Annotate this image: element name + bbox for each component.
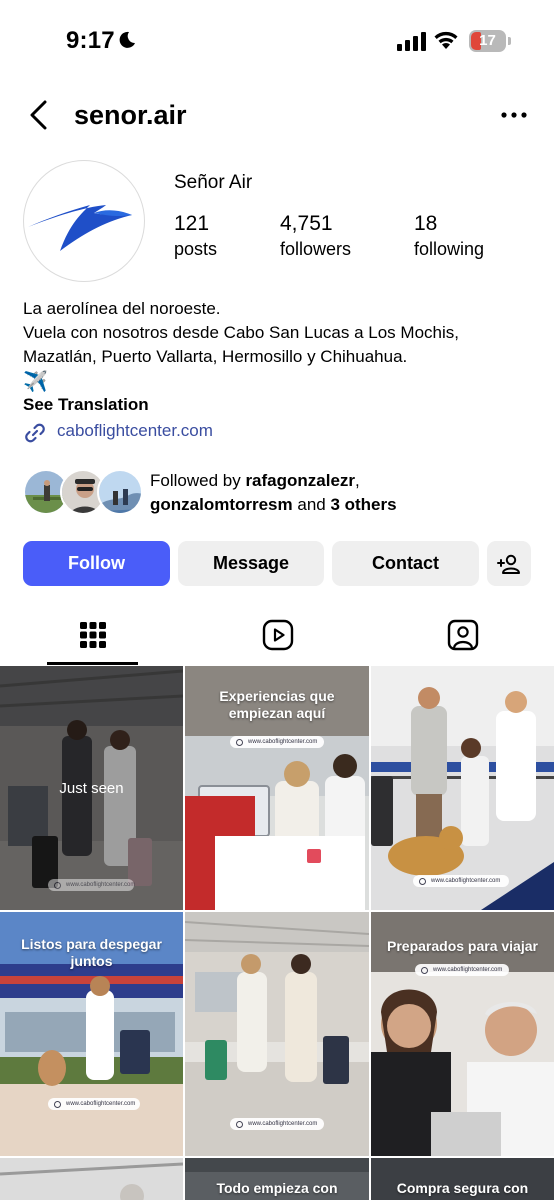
- profile-tabs: [0, 606, 554, 665]
- message-button[interactable]: Message: [178, 541, 324, 586]
- airplane-emoji: ✈️: [23, 371, 48, 393]
- post-thumbnail[interactable]: www.caboflightcenter.com: [371, 666, 554, 910]
- more-options-icon[interactable]: [500, 110, 528, 120]
- post-thumbnail[interactable]: Experiencias que empiezan aquí www.cabof…: [185, 666, 369, 910]
- see-translation-link[interactable]: See Translation: [23, 395, 149, 415]
- post-thumbnail[interactable]: Todo empieza con: [185, 1158, 369, 1200]
- tagged-icon: [447, 619, 478, 651]
- post-url-pill: www.caboflightcenter.com: [48, 879, 135, 891]
- suggested-users-button[interactable]: [487, 541, 531, 586]
- followers-label: followers: [280, 239, 352, 259]
- followers-stat[interactable]: 4,751 followers: [280, 212, 351, 260]
- following-label: following: [414, 239, 485, 259]
- posts-label: posts: [174, 239, 218, 259]
- post-thumbnail[interactable]: www.caboflightcenter.com: [185, 912, 369, 1156]
- followers-count: 4,751: [280, 212, 333, 235]
- profile-avatar[interactable]: [23, 160, 145, 282]
- post-url-pill: www.caboflightcenter.com: [48, 1098, 140, 1110]
- post-title: Preparados para viajar: [387, 938, 538, 954]
- post-title: Compra segura con: [396, 1180, 529, 1196]
- tab-posts-grid[interactable]: [0, 606, 185, 664]
- post-url-pill: www.caboflightcenter.com: [230, 736, 324, 748]
- bird-logo-icon: [28, 205, 132, 251]
- reels-icon: [262, 619, 293, 651]
- signal-icon: [397, 32, 426, 51]
- post-thumbnail[interactable]: Compra segura con: [371, 1158, 554, 1200]
- posts-stat[interactable]: 121 posts: [174, 212, 217, 260]
- followed-by-row[interactable]: Followed by rafagonzalezr, gonzalomtorre…: [23, 467, 543, 519]
- following-stat[interactable]: 18 following: [414, 212, 484, 260]
- post-url-pill: www.caboflightcenter.com: [415, 964, 509, 976]
- display-name: Señor Air: [174, 172, 253, 193]
- following-count: 18: [414, 212, 438, 235]
- follow-button[interactable]: Follow: [23, 541, 170, 586]
- wifi-icon: [434, 31, 458, 49]
- post-url-pill: www.caboflightcenter.com: [413, 875, 509, 887]
- status-time: 9:17: [66, 27, 115, 54]
- post-thumbnail[interactable]: Preparados para viajar www.caboflightcen…: [371, 912, 554, 1156]
- back-arrow-icon[interactable]: [26, 99, 52, 131]
- grid-icon: [79, 622, 106, 648]
- follower-avatar: [97, 469, 143, 515]
- just-seen-label: Just seen: [59, 780, 124, 797]
- link-icon: [25, 423, 45, 443]
- bio-line: Vuela con nosotros desde Cabo San Lucas …: [23, 323, 459, 342]
- post-title: Experiencias que empiezan aquí: [219, 688, 335, 721]
- post-title: Listos para despegar juntos: [21, 936, 162, 969]
- bio-line: La aerolínea del noroeste.: [23, 299, 221, 318]
- tab-reels[interactable]: [185, 606, 370, 664]
- profile-header: senor.air: [0, 88, 554, 142]
- battery-icon: 17: [469, 30, 511, 52]
- post-thumbnail[interactable]: Just seen www.caboflightcenter.com: [0, 666, 183, 910]
- post-title: Todo empieza con: [216, 1180, 338, 1196]
- posts-grid: Just seen www.caboflightcenter.com Exper…: [0, 666, 554, 1200]
- moon-icon: [119, 31, 135, 48]
- post-url-pill: www.caboflightcenter.com: [230, 1118, 324, 1130]
- posts-count: 121: [174, 212, 210, 235]
- header-username: senor.air: [74, 100, 187, 130]
- followed-by-user[interactable]: rafagonzalezr: [245, 471, 355, 490]
- followed-by-text: Followed by rafagonzalezr, gonzalomtorre…: [150, 471, 397, 514]
- website-url: caboflightcenter.com: [57, 421, 213, 440]
- followed-by-others[interactable]: 3 others: [330, 495, 396, 514]
- status-bar: 9:17 17: [0, 0, 554, 80]
- active-tab-indicator: [47, 662, 138, 665]
- tab-tagged[interactable]: [370, 606, 554, 664]
- followed-by-user[interactable]: gonzalomtorresm: [150, 495, 293, 514]
- bio: La aerolínea del noroeste. Vuela con nos…: [23, 297, 533, 395]
- bio-line: Mazatlán, Puerto Vallarta, Hermosillo y …: [23, 347, 408, 366]
- post-thumbnail[interactable]: [0, 1158, 183, 1200]
- post-thumbnail[interactable]: Listos para despegar juntos www.caboflig…: [0, 912, 183, 1156]
- contact-button[interactable]: Contact: [332, 541, 479, 586]
- battery-level: 17: [479, 32, 496, 49]
- add-person-icon: [497, 554, 520, 574]
